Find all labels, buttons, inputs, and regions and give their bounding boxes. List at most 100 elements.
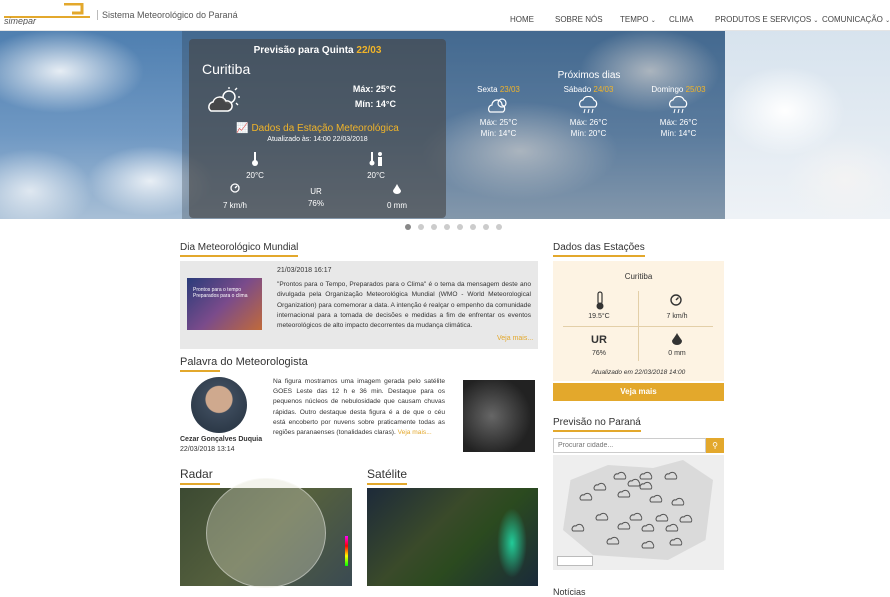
nav-produtos[interactable]: PRODUTOS E SERVIÇOS ⌄ (715, 15, 818, 24)
palavra-text-body: Na figura mostramos uma imagem gerada pe… (273, 378, 445, 437)
carousel-dot-active[interactable] (405, 224, 411, 230)
dmm-image[interactable]: Prontos para o tempo Preparados para o c… (187, 278, 262, 330)
carousel-dot[interactable] (431, 224, 437, 230)
nav-clima[interactable]: CLIMA (669, 15, 693, 24)
stations-temp: 19.5°C (588, 313, 610, 320)
station-wind: 7 km/h (222, 201, 247, 210)
thermometer-icon (252, 152, 258, 166)
palavra-title: Palavra do Meteorologista (180, 356, 308, 372)
nav-comunicacao[interactable]: COMUNICAÇÃO ⌄ (822, 15, 890, 24)
station-feels: 20°C (367, 171, 385, 180)
stations-more-button[interactable]: Veja mais (553, 383, 724, 401)
forecast-city: Curitiba (202, 61, 251, 77)
carousel-dot[interactable] (418, 224, 424, 230)
carousel-dot[interactable] (457, 224, 463, 230)
previsao-title: Previsão no Paraná (553, 417, 641, 432)
wind-gauge-icon (230, 183, 240, 193)
station-updated: Atualizado às: 14:00 22/03/2018 (267, 136, 368, 143)
stations-ur: 76% (591, 350, 606, 357)
forecast-min: Mín: 14°C (354, 99, 396, 109)
chevron-down-icon: ⌄ (813, 18, 819, 24)
forecast-card: Previsão para Quinta 22/03 Curitiba Máx:… (189, 39, 446, 218)
day-date: 25/03 (685, 85, 706, 94)
hero-carousel: Previsão para Quinta 22/03 Curitiba Máx:… (0, 31, 890, 219)
dmm-more-link[interactable]: Veja mais... (497, 335, 533, 342)
thermometer-icon (596, 291, 604, 310)
satellite-thumbnail[interactable] (463, 380, 535, 452)
day-min: Mín: 20°C (570, 129, 607, 138)
nav-produtos-label: PRODUTOS E SERVIÇOS (715, 15, 812, 24)
nav-home[interactable]: HOME (510, 15, 534, 24)
day-date: 24/03 (593, 85, 614, 94)
station-link[interactable]: 📈 Dados da Estação Meteorológica (189, 123, 446, 134)
map-scale (557, 556, 593, 566)
stations-ur-label: UR (591, 334, 607, 346)
city-search-input[interactable] (553, 438, 706, 453)
station-ur: 76% (307, 199, 324, 208)
day-date: 23/03 (499, 85, 520, 94)
rain-cloud-icon (578, 95, 597, 114)
day-name: Domingo (651, 85, 684, 94)
rain-cloud-icon (668, 95, 687, 114)
forecast-title: Previsão para Quinta 22/03 (189, 45, 446, 56)
next-days-title: Próximos dias (557, 70, 621, 81)
chevron-down-icon: ⌄ (650, 18, 656, 24)
nav-tempo-label: TEMPO (620, 15, 649, 24)
partly-cloudy-icon (487, 98, 507, 113)
search-icon[interactable]: ⚲ (706, 438, 724, 453)
day-forecast: Domingo 25/03 Máx: 26°C Mín: 14°C (646, 85, 711, 138)
parana-map[interactable] (553, 455, 724, 570)
satelite-title-text: Satélite (367, 467, 408, 481)
previsao-title-text: Previsão no Paraná (553, 417, 641, 428)
stations-title-text: Dados das Estações (553, 242, 645, 253)
map-weather-icons (571, 471, 693, 549)
satellite-image[interactable] (367, 488, 538, 586)
nav-sobre[interactable]: SOBRE NÓS (555, 15, 603, 24)
station-ur-label: UR (310, 187, 322, 196)
radar-range (206, 478, 326, 588)
carousel-dot[interactable] (470, 224, 476, 230)
title-underline (180, 483, 220, 485)
forecast-title-text: Previsão para Quinta (253, 45, 354, 56)
raindrop-icon (672, 333, 682, 345)
palavra-text: Na figura mostramos uma imagem gerada pe… (273, 377, 445, 438)
station-rain: 0 mm (387, 201, 407, 210)
day-label: Sábado 24/03 (556, 85, 621, 94)
radar-title: Radar (180, 467, 220, 485)
carousel-dot[interactable] (496, 224, 502, 230)
carousel-dot[interactable] (444, 224, 450, 230)
carousel-dot[interactable] (483, 224, 489, 230)
meteorologist-date: 22/03/2018 13:14 (180, 446, 235, 453)
title-underline (180, 370, 220, 372)
dmm-text: "Prontos para o Tempo, Preparados para o… (277, 281, 531, 330)
nav-comunicacao-label: COMUNICAÇÃO (822, 15, 883, 24)
stations-title: Dados das Estações (553, 242, 645, 257)
dmm-date: 21/03/2018 16:17 (277, 267, 332, 274)
raindrop-icon (393, 184, 401, 194)
radar-legend (345, 536, 348, 566)
radar-image[interactable] (180, 478, 352, 588)
stations-rain: 0 mm (668, 350, 686, 357)
forecast-max: Máx: 25°C (352, 84, 396, 94)
carousel-dots (405, 224, 505, 232)
meteorologist-name: Cezar Gonçalves Duquia (180, 436, 263, 443)
noticias-title: Notícias (553, 587, 586, 597)
avatar (191, 377, 247, 433)
nav-tempo[interactable]: TEMPO ⌄ (620, 15, 656, 24)
title-underline (553, 430, 641, 432)
dmm-image-text: Prontos para o tempo Preparados para o c… (193, 287, 248, 299)
stations-wind: 7 km/h (666, 313, 688, 320)
wind-gauge-icon (670, 294, 682, 306)
chart-line-icon: 📈 (236, 123, 249, 134)
day-name: Sábado (563, 85, 592, 94)
day-label: Domingo 25/03 (646, 85, 711, 94)
palavra-more-link[interactable]: Veja mais... (398, 429, 432, 436)
day-max: Máx: 26°C (569, 118, 608, 127)
day-max: Máx: 26°C (659, 118, 698, 127)
station-temp: 20°C (246, 171, 264, 180)
forecast-title-date: 22/03 (356, 45, 382, 56)
title-underline (180, 255, 299, 257)
dmm-title: Dia Meteorológico Mundial (180, 242, 299, 257)
dmm-title-text: Dia Meteorológico Mundial (180, 242, 299, 253)
stations-card: Curitiba 19.5°C 7 km/h UR 76% 0 mm Atual… (553, 261, 724, 381)
